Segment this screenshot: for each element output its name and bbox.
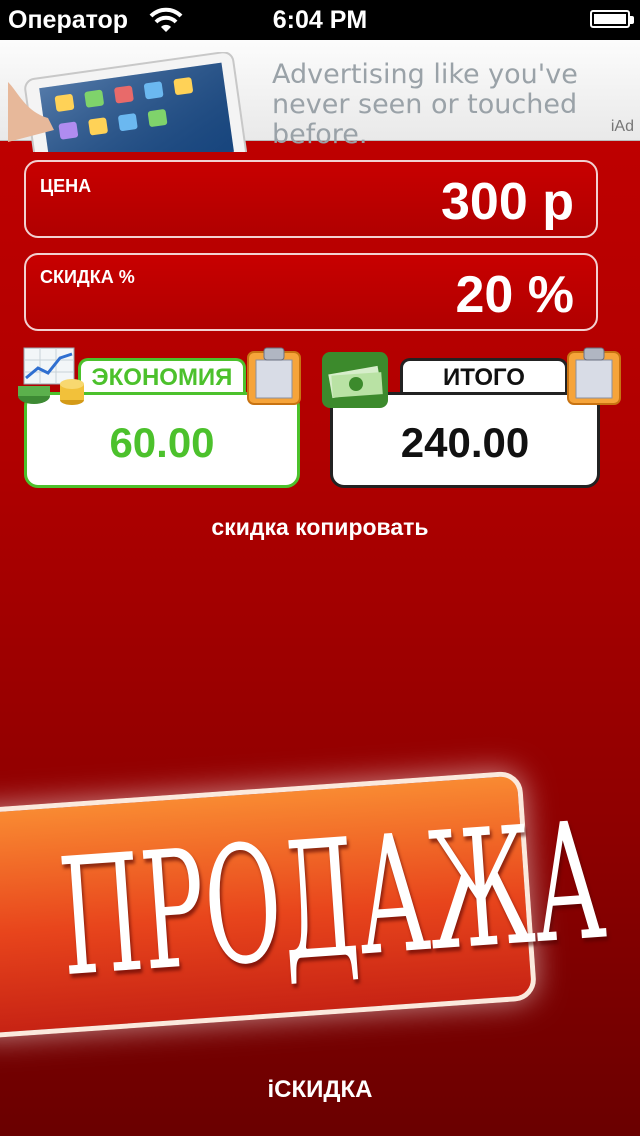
ipad-image [8, 52, 248, 152]
ad-banner[interactable]: Advertising like you've never seen or to… [0, 40, 640, 152]
money-stack-icon [322, 352, 388, 408]
status-bar: Оператор 6:04 PM [0, 0, 640, 40]
battery-icon [590, 10, 634, 28]
ad-text: Advertising like you've never seen or to… [272, 59, 578, 150]
discount-value: 20 % [455, 266, 574, 324]
clipboard-icon[interactable] [246, 346, 302, 406]
total-value: 240.00 [400, 419, 530, 466]
discount-label: СКИДКА % [40, 267, 135, 287]
total-label: ИТОГО [400, 358, 568, 392]
chart-coins-icon [18, 347, 84, 405]
price-value: 300 р [441, 173, 574, 231]
iad-label: iAd [610, 118, 634, 135]
savings-value: 60.00 [109, 419, 215, 466]
sale-banner: ПРОДАЖА [0, 770, 611, 1040]
copy-discount-button[interactable]: скидка копировать [0, 514, 640, 541]
app-name: iСКИДКА [267, 1076, 373, 1103]
price-field[interactable]: ЦЕНА 300 р [24, 160, 598, 238]
price-label: ЦЕНА [40, 176, 92, 196]
sale-banner-text: ПРОДАЖА [54, 788, 611, 1014]
discount-field[interactable]: СКИДКА % 20 % [24, 253, 598, 331]
clock: 6:04 PM [272, 6, 368, 34]
savings-label: ЭКОНОМИЯ [78, 358, 246, 392]
clipboard-icon[interactable] [566, 346, 622, 406]
